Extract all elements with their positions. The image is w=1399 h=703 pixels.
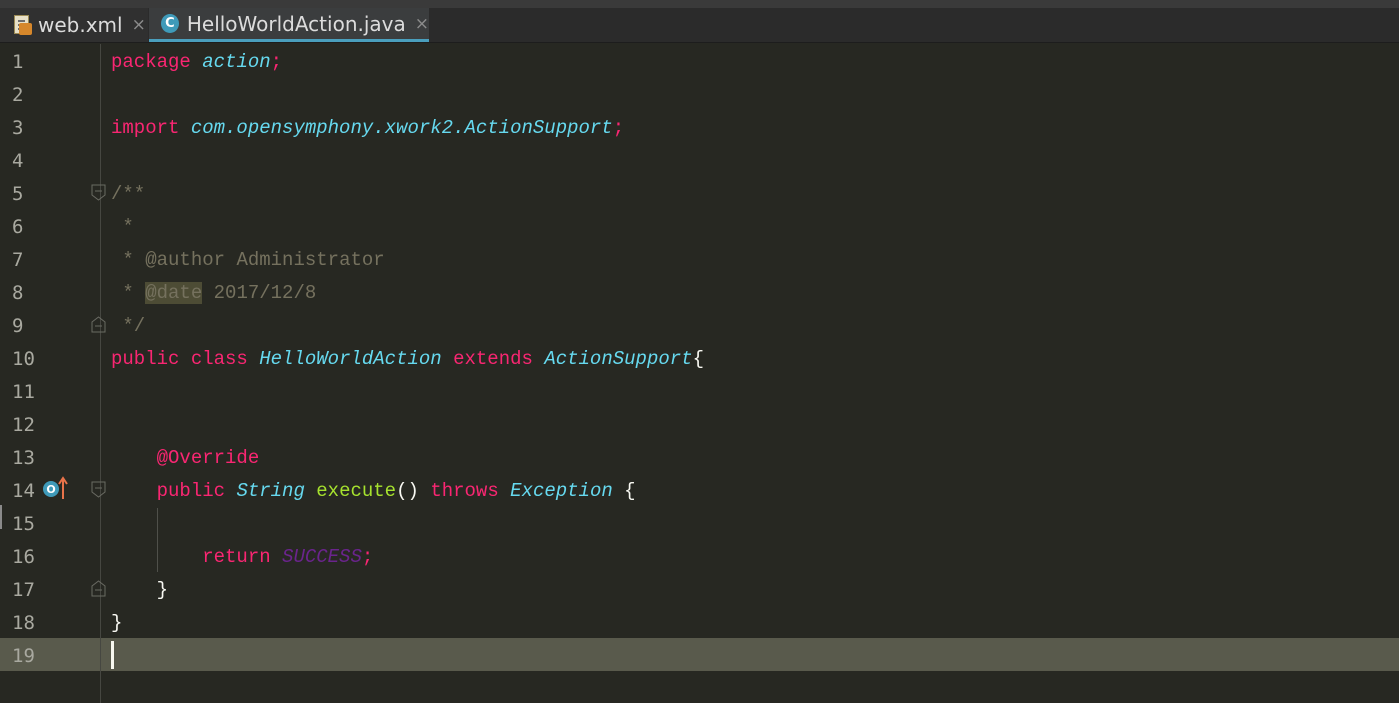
java-class-icon: C — [161, 14, 179, 33]
package-name: action — [202, 51, 271, 73]
code-line: package action; — [111, 46, 282, 79]
code-line: import com.opensymphony.xwork2.ActionSup… — [111, 112, 624, 145]
return-type: String — [236, 480, 305, 502]
semicolon: ; — [612, 117, 625, 139]
comment-star: * — [111, 249, 146, 271]
line-number: 5 — [12, 183, 24, 205]
comment-text: Administrator — [225, 249, 385, 271]
line-number: 15 — [12, 513, 35, 535]
brace: } — [156, 579, 169, 601]
keyword: extends — [453, 348, 533, 370]
code-line: public String execute() throws Exception… — [111, 475, 636, 508]
comment-line: /** — [111, 183, 146, 205]
comment-star: * — [111, 282, 146, 304]
keyword: throws — [430, 480, 499, 502]
override-method-icon[interactable]: O — [43, 481, 59, 497]
line-number: 16 — [12, 546, 35, 568]
keyword: import — [111, 117, 180, 139]
javadoc-tag: @author — [145, 249, 226, 271]
fold-end-icon[interactable] — [91, 316, 106, 333]
code-line: } — [111, 607, 122, 640]
scroll-marker — [0, 505, 2, 529]
fold-end-icon[interactable] — [91, 580, 106, 597]
line-number: 2 — [12, 84, 24, 106]
close-icon[interactable]: × — [132, 15, 146, 35]
comment-line: * @author Administrator — [111, 244, 385, 277]
keyword: class — [190, 348, 248, 370]
tab-label: HelloWorldAction.java — [186, 11, 406, 36]
javadoc-tag-highlighted: @date — [145, 282, 203, 304]
line-number: 6 — [12, 216, 24, 238]
tab-web-xml[interactable]: web.xml × — [0, 8, 148, 42]
line-number: 18 — [12, 612, 35, 634]
class-name: HelloWorldAction — [259, 348, 442, 370]
semicolon: ; — [361, 546, 374, 568]
xml-file-icon — [12, 15, 32, 35]
tab-bar-top-strip — [0, 0, 1399, 8]
text-caret — [111, 641, 114, 669]
overrides-arrow-icon[interactable] — [58, 476, 68, 500]
keyword: public — [111, 348, 180, 370]
close-icon[interactable]: × — [415, 14, 429, 34]
brace: } — [111, 612, 123, 634]
annotation: @Override — [156, 447, 260, 469]
line-number: 7 — [12, 249, 24, 271]
comment-line: * — [111, 216, 134, 238]
parens: () — [396, 480, 419, 502]
line-number: 10 — [12, 348, 35, 370]
line-number: 14 — [12, 480, 35, 502]
line-number-current: 19 — [12, 645, 35, 667]
line-number: 8 — [12, 282, 24, 304]
editor-tab-bar: web.xml × C HelloWorldAction.java × — [0, 0, 1399, 43]
line-number: 13 — [12, 447, 35, 469]
tab-label: web.xml — [38, 13, 123, 37]
fold-collapse-icon[interactable] — [91, 184, 106, 201]
method-name: execute — [316, 480, 397, 502]
import-path: com.opensymphony.xwork2.ActionSupport — [190, 117, 613, 139]
code-line: @Override — [111, 442, 260, 475]
fold-collapse-icon[interactable] — [91, 481, 106, 498]
tab-helloworldaction-java[interactable]: C HelloWorldAction.java × — [149, 8, 429, 42]
comment-text: 2017/12/8 — [202, 282, 317, 304]
brace: { — [624, 480, 636, 502]
keyword: package — [111, 51, 191, 73]
code-line: public class HelloWorldAction extends Ac… — [111, 343, 704, 376]
line-number: 17 — [12, 579, 35, 601]
comment-line: * @date 2017/12/8 — [111, 277, 316, 310]
line-number: 1 — [12, 51, 24, 73]
line-number: 12 — [12, 414, 35, 436]
semicolon: ; — [270, 51, 283, 73]
current-line-highlight — [0, 638, 1399, 671]
comment-line: */ — [111, 315, 146, 337]
gutter-separator — [100, 44, 101, 703]
parent-class-name: ActionSupport — [544, 348, 693, 370]
constant: SUCCESS — [282, 546, 362, 568]
line-number: 11 — [12, 381, 35, 403]
line-number: 9 — [12, 315, 24, 337]
line-number: 3 — [12, 117, 24, 139]
keyword: public — [156, 480, 226, 502]
keyword: return — [202, 546, 271, 568]
code-line: } — [111, 574, 168, 607]
exception-type: Exception — [510, 480, 613, 502]
line-number: 4 — [12, 150, 24, 172]
code-line: return SUCCESS; — [111, 541, 373, 574]
brace: { — [692, 348, 704, 370]
